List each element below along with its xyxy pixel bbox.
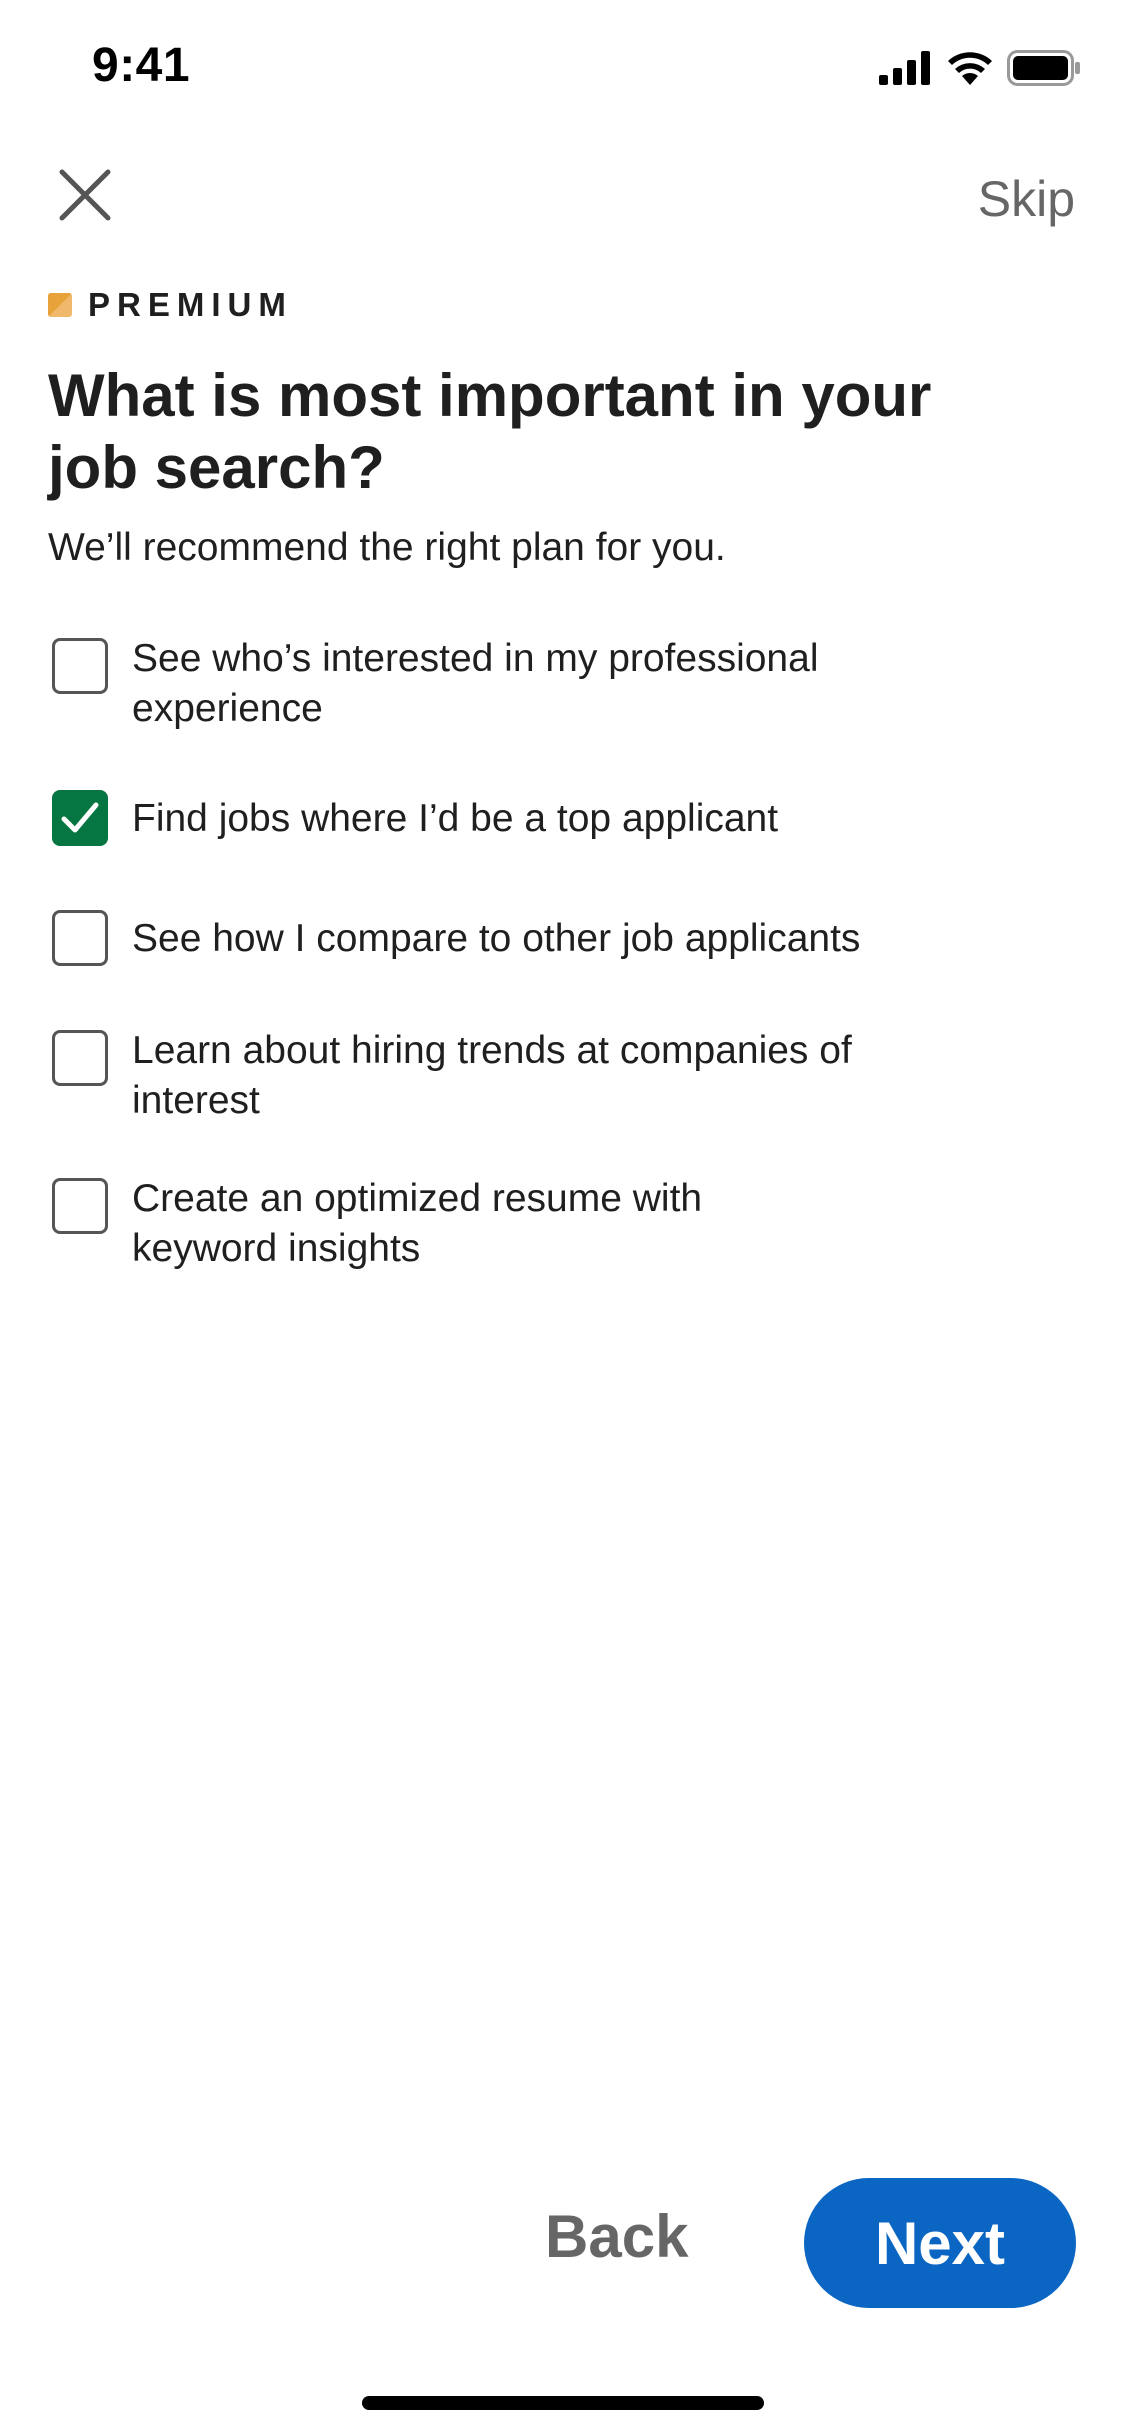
option-top-applicant[interactable]: Find jobs where I’d be a top applicant xyxy=(52,790,952,846)
premium-brand: PREMIUM xyxy=(48,286,293,324)
option-label: See who’s interested in my professional … xyxy=(132,637,819,730)
option-compare[interactable]: See how I compare to other job applicant… xyxy=(52,910,952,966)
close-icon xyxy=(58,168,112,227)
option-label: Learn about hiring trends at companies o… xyxy=(132,1029,852,1122)
option-resume[interactable]: Create an optimized resume with keyword … xyxy=(52,1177,792,1274)
page-subtitle: We’ll recommend the right plan for you. xyxy=(48,526,726,569)
back-button[interactable]: Back xyxy=(545,2202,688,2271)
checkbox[interactable] xyxy=(52,1178,108,1234)
option-label: See how I compare to other job applicant… xyxy=(132,917,861,960)
battery-icon xyxy=(1007,50,1081,91)
status-time: 9:41 xyxy=(92,39,191,92)
option-label: Create an optimized resume with keyword … xyxy=(132,1177,703,1270)
option-label: Find jobs where I’d be a top applicant xyxy=(132,797,779,840)
checkbox[interactable] xyxy=(52,910,108,966)
option-interested[interactable]: See who’s interested in my professional … xyxy=(52,637,952,734)
skip-button[interactable]: Skip xyxy=(978,170,1075,228)
premium-label: PREMIUM xyxy=(88,286,293,323)
checkbox[interactable] xyxy=(52,1030,108,1086)
close-button[interactable] xyxy=(50,162,120,232)
premium-logo-icon xyxy=(48,293,72,317)
checkmark-icon xyxy=(61,802,99,833)
checkbox[interactable] xyxy=(52,638,108,694)
page-title: What is most important in your job searc… xyxy=(48,362,932,501)
status-bar: 9:41 xyxy=(0,0,1125,132)
checkbox-checked[interactable] xyxy=(52,790,108,846)
signal-icon xyxy=(879,51,933,90)
option-hiring-trends[interactable]: Learn about hiring trends at companies o… xyxy=(52,1029,892,1126)
wifi-icon xyxy=(947,51,993,90)
status-icons xyxy=(879,50,1081,91)
next-button[interactable]: Next xyxy=(804,2178,1076,2308)
home-indicator[interactable] xyxy=(362,2396,764,2410)
